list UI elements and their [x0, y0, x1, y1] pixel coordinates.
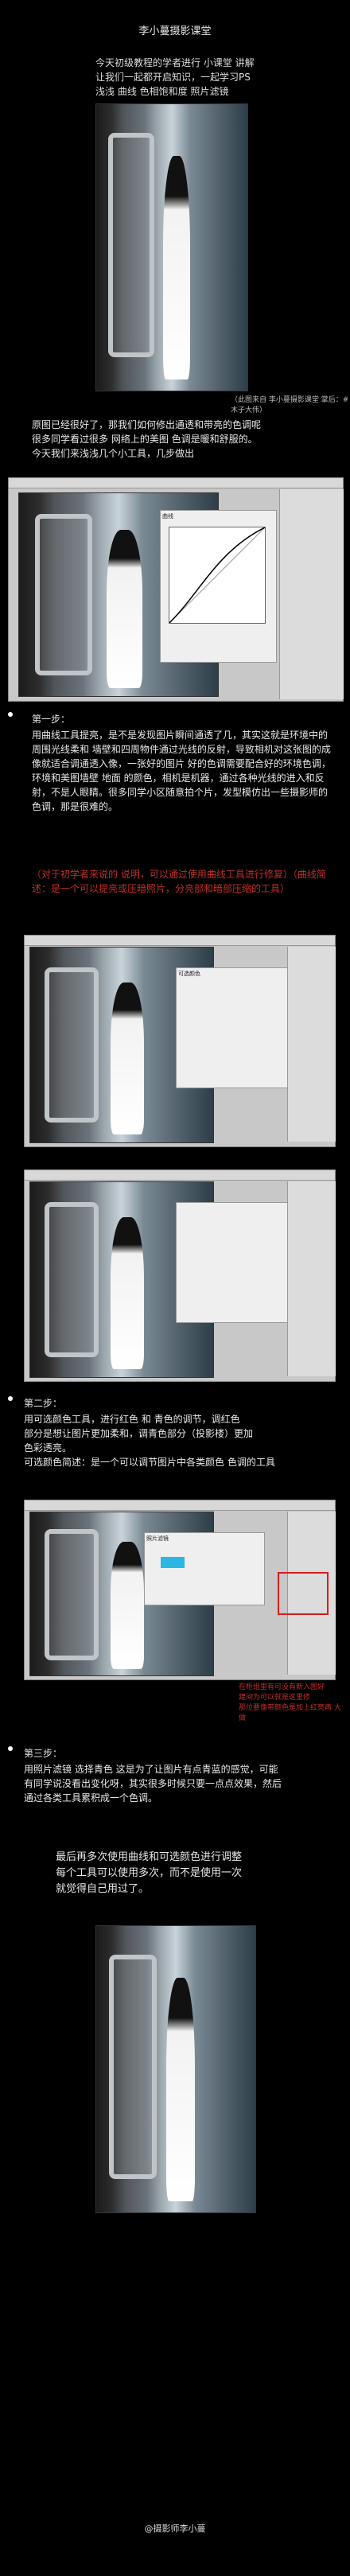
step2-line: 可选颜色简述：是一个可以调节图片中各类颜色 色调的工具: [24, 1457, 275, 1468]
model-figure: [162, 155, 190, 379]
intro-line: 浅浅 曲线 色相饱和度 照片滤镜: [95, 86, 229, 97]
step2-line: 色彩透亮。: [24, 1442, 72, 1453]
step2-text: 用可选颜色工具，进行红色 和 青色的调节，调红色 部分是想让图片更加柔和，调青色…: [24, 1412, 334, 1469]
curves-dialog-title: 曲线: [162, 513, 173, 519]
final-photo: [95, 1925, 256, 2213]
intro-line: 今天初级教程的学者进行 小课堂 讲解: [95, 57, 255, 68]
intro-text: 今天初级教程的学者进行 小课堂 讲解 让我们一起都开启知识，一起学习PS 浅浅 …: [95, 56, 286, 99]
step1-heading: 第一步：: [32, 714, 71, 725]
bullet-icon: [8, 712, 13, 717]
step3-text: 用照片滤镜 选择青色 这是为了让图片有点青蓝的感觉，可能 有同学说没看出变化呀，…: [24, 1762, 334, 1805]
intro-line: 让我们一起都开启知识，一起学习PS: [95, 72, 251, 83]
selective-color-dialog: [176, 1202, 289, 1323]
footer-credit: @摄影师李小蔓: [144, 2523, 206, 2534]
photo-caption: （此图来自 李小蔓摄影课堂 掌后：#木子大伟）: [231, 396, 349, 414]
photo-filter-title: 照片滤镜: [146, 1535, 169, 1542]
step2-line: 用可选颜色工具，进行红色 和 青色的调节，调红色: [24, 1414, 240, 1425]
curves-graph[interactable]: [169, 527, 266, 624]
cyan-swatch[interactable]: [161, 1557, 185, 1568]
intro2-line: 很多同学看过很多 网络上的美图 色调是暖和舒服的。: [32, 434, 258, 445]
closing-line: 就觉得自己用过了。: [56, 1883, 150, 1895]
step3-line: 通过各类工具累积成一个色调。: [24, 1792, 158, 1804]
annotation-line: 建间为可以就是这里修: [239, 1694, 311, 1702]
selective-color-title: 可选颜色: [178, 971, 200, 977]
intro2-line: 原图已经很好了，那我们如何修出通透和带亮的色调呢: [32, 419, 262, 430]
ps-screenshot-step2: [24, 1169, 336, 1382]
photo-filter-dialog: 照片滤镜: [144, 1532, 265, 1605]
closing-line: 每个工具可以使用多次，而不是使用一次: [56, 1867, 243, 1879]
train-door: [108, 133, 154, 357]
step1-body: 用曲线工具提亮，是不是发现图片瞬间通透了几，其实这就是环境中的周围光线柔和 墙壁…: [32, 730, 331, 812]
ps-side-panel: [279, 489, 344, 699]
intro2-text: 原图已经很好了，那我们如何修出通透和带亮的色调呢 很多同学看过很多 网络上的美图…: [32, 418, 334, 461]
bullet-icon: [8, 1396, 13, 1401]
intro2-line: 今天我们来浅浅几个小工具，几步做出: [32, 448, 195, 459]
page-title: 李小蔓摄影课堂: [138, 25, 212, 37]
step2-line: 部分是想让图片更加柔和，调青色部分（投影楼）更加: [24, 1428, 254, 1439]
ps-menu-bar: [9, 478, 343, 488]
annotation-line: 在柜组里有可没有新入图好: [239, 1683, 325, 1691]
step3-heading: 第三步：: [24, 1748, 63, 1759]
annotation-line: 那位要像带颜色是加上红亮再 大做: [239, 1704, 341, 1722]
step3-line: 用照片滤镜 选择青色 这是为了让图片有点青蓝的感觉，可能: [24, 1764, 278, 1775]
ps-screenshot-curves: 曲线: [8, 477, 344, 702]
highlight-box: [278, 1572, 329, 1615]
step1-red-note: （对于初学者来说的 说明，可以通过使用曲线工具进行修复）（曲线简述：是一个可以提…: [32, 869, 326, 894]
selective-color-dialog: 可选颜色: [176, 967, 289, 1088]
curves-dialog: 曲线: [160, 510, 277, 663]
bullet-icon: [8, 1746, 13, 1751]
ps-screenshot-photo-filter: 照片滤镜: [24, 1500, 336, 1680]
curve-line: [169, 527, 266, 624]
step3-line: 有同学说没看出变化呀，其实很多时候只要一点点效果，然后: [24, 1778, 282, 1789]
step2-heading: 第二步：: [24, 1398, 63, 1409]
original-photo: [95, 103, 248, 391]
red-annotation: 在柜组里有可没有新入图好 建间为可以就是这里修 那位要像带颜色是加上红亮再 大做: [239, 1683, 342, 1724]
closing-text: 最后再多次使用曲线和可选颜色进行调整 每个工具可以使用多次，而不是使用一次 就觉…: [56, 1850, 318, 1897]
ps-screenshot-step1-result: 可选颜色: [24, 935, 336, 1147]
closing-line: 最后再多次使用曲线和可选颜色进行调整: [56, 1851, 243, 1863]
